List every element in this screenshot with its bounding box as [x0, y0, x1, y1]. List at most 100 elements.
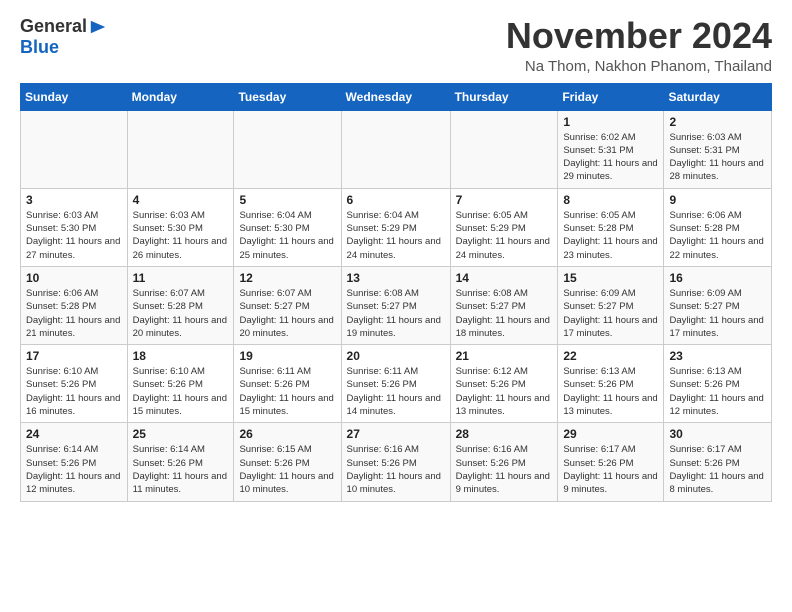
calendar-cell: 22Sunrise: 6:13 AMSunset: 5:26 PMDayligh…: [558, 345, 664, 423]
day-info: Sunrise: 6:10 AMSunset: 5:26 PMDaylight:…: [133, 365, 229, 418]
day-number: 28: [456, 427, 553, 441]
calendar-week-row: 17 Sunrise: 6:10 AMSunset: 5:26 PMDayligh…: [21, 345, 772, 423]
calendar-cell: 4Sunrise: 6:03 AMSunset: 5:30 PMDaylight…: [127, 188, 234, 266]
day-info: Sunrise: 6:14 AMSunset: 5:26 PMDaylight:…: [26, 443, 122, 496]
day-number: 22: [563, 349, 658, 363]
logo-flag-icon: [89, 18, 107, 36]
calendar-cell: 29Sunrise: 6:17 AMSunset: 5:26 PMDayligh…: [558, 423, 664, 501]
day-info: Sunrise: 6:10 AMSunset: 5:26 PMDaylight:…: [26, 365, 122, 418]
day-info: Sunrise: 6:12 AMSunset: 5:26 PMDaylight:…: [456, 365, 553, 418]
day-number: 19: [239, 349, 335, 363]
day-info: Sunrise: 6:14 AMSunset: 5:26 PMDaylight:…: [133, 443, 229, 496]
calendar-cell: [450, 110, 558, 188]
calendar-cell: 24Sunrise: 6:14 AMSunset: 5:26 PMDayligh…: [21, 423, 128, 501]
calendar-table: SundayMondayTuesdayWednesdayThursdayFrid…: [20, 83, 772, 502]
day-number: 30: [669, 427, 766, 441]
day-info: Sunrise: 6:13 AMSunset: 5:26 PMDaylight:…: [669, 365, 766, 418]
day-number: 15: [563, 271, 658, 285]
calendar-cell: 28 Sunrise: 6:16 AMSunset: 5:26 PMDayligh…: [450, 423, 558, 501]
calendar-cell: [21, 110, 128, 188]
day-number: 2: [669, 115, 766, 129]
calendar-cell: 5Sunrise: 6:04 AMSunset: 5:30 PMDaylight…: [234, 188, 341, 266]
day-number: 23: [669, 349, 766, 363]
calendar-cell: 23 Sunrise: 6:13 AMSunset: 5:26 PMDayligh…: [664, 345, 772, 423]
calendar-cell: 9 Sunrise: 6:06 AMSunset: 5:28 PMDaylight…: [664, 188, 772, 266]
day-info: Sunrise: 6:03 AMSunset: 5:30 PMDaylight:…: [133, 209, 229, 262]
day-info: Sunrise: 6:07 AMSunset: 5:28 PMDaylight:…: [133, 287, 229, 340]
day-info: Sunrise: 6:16 AMSunset: 5:26 PMDaylight:…: [347, 443, 445, 496]
day-info: Sunrise: 6:04 AMSunset: 5:29 PMDaylight:…: [347, 209, 445, 262]
day-info: Sunrise: 6:07 AMSunset: 5:27 PMDaylight:…: [239, 287, 335, 340]
column-header-saturday: Saturday: [664, 83, 772, 110]
day-info: Sunrise: 6:06 AMSunset: 5:28 PMDaylight:…: [669, 209, 766, 262]
column-header-wednesday: Wednesday: [341, 83, 450, 110]
calendar-cell: 2 Sunrise: 6:03 AMSunset: 5:31 PMDaylight…: [664, 110, 772, 188]
day-info: Sunrise: 6:08 AMSunset: 5:27 PMDaylight:…: [456, 287, 553, 340]
column-header-monday: Monday: [127, 83, 234, 110]
calendar-cell: 13 Sunrise: 6:08 AMSunset: 5:27 PMDayligh…: [341, 266, 450, 344]
calendar-cell: [341, 110, 450, 188]
calendar-cell: [234, 110, 341, 188]
calendar-cell: 25 Sunrise: 6:14 AMSunset: 5:26 PMDayligh…: [127, 423, 234, 501]
column-header-friday: Friday: [558, 83, 664, 110]
day-info: Sunrise: 6:03 AMSunset: 5:31 PMDaylight:…: [669, 131, 766, 184]
day-number: 6: [347, 193, 445, 207]
day-number: 29: [563, 427, 658, 441]
calendar-cell: 15 Sunrise: 6:09 AMSunset: 5:27 PMDayligh…: [558, 266, 664, 344]
page-header: General Blue November 2024 Na Thom, Nakh…: [20, 16, 772, 75]
calendar-week-row: 10 Sunrise: 6:06 AMSunset: 5:28 PMDayligh…: [21, 266, 772, 344]
day-info: Sunrise: 6:05 AMSunset: 5:28 PMDaylight:…: [563, 209, 658, 262]
calendar-cell: 6 Sunrise: 6:04 AMSunset: 5:29 PMDaylight…: [341, 188, 450, 266]
day-number: 18: [133, 349, 229, 363]
logo-general-text: General: [20, 16, 87, 37]
calendar-cell: 18 Sunrise: 6:10 AMSunset: 5:26 PMDayligh…: [127, 345, 234, 423]
calendar-header-row: SundayMondayTuesdayWednesdayThursdayFrid…: [21, 83, 772, 110]
calendar-cell: 8 Sunrise: 6:05 AMSunset: 5:28 PMDaylight…: [558, 188, 664, 266]
calendar-cell: 1 Sunrise: 6:02 AMSunset: 5:31 PMDaylight…: [558, 110, 664, 188]
calendar-cell: 19 Sunrise: 6:11 AMSunset: 5:26 PMDayligh…: [234, 345, 341, 423]
day-info: Sunrise: 6:09 AMSunset: 5:27 PMDaylight:…: [563, 287, 658, 340]
day-info: Sunrise: 6:17 AMSunset: 5:26 PMDaylight:…: [669, 443, 766, 496]
day-number: 1: [563, 115, 658, 129]
calendar-cell: 16 Sunrise: 6:09 AMSunset: 5:27 PMDayligh…: [664, 266, 772, 344]
column-header-tuesday: Tuesday: [234, 83, 341, 110]
calendar-week-row: 1 Sunrise: 6:02 AMSunset: 5:31 PMDaylight…: [21, 110, 772, 188]
day-number: 3: [26, 193, 122, 207]
calendar-cell: 7Sunrise: 6:05 AMSunset: 5:29 PMDaylight…: [450, 188, 558, 266]
location-subtitle: Na Thom, Nakhon Phanom, Thailand: [506, 58, 772, 75]
day-number: 16: [669, 271, 766, 285]
day-info: Sunrise: 6:11 AMSunset: 5:26 PMDaylight:…: [239, 365, 335, 418]
column-header-thursday: Thursday: [450, 83, 558, 110]
day-info: Sunrise: 6:16 AMSunset: 5:26 PMDaylight:…: [456, 443, 553, 496]
day-number: 8: [563, 193, 658, 207]
day-info: Sunrise: 6:08 AMSunset: 5:27 PMDaylight:…: [347, 287, 445, 340]
calendar-week-row: 3 Sunrise: 6:03 AMSunset: 5:30 PMDaylight…: [21, 188, 772, 266]
column-header-sunday: Sunday: [21, 83, 128, 110]
day-number: 12: [239, 271, 335, 285]
day-number: 9: [669, 193, 766, 207]
calendar-cell: 20Sunrise: 6:11 AMSunset: 5:26 PMDayligh…: [341, 345, 450, 423]
day-number: 10: [26, 271, 122, 285]
day-number: 5: [239, 193, 335, 207]
day-number: 17: [26, 349, 122, 363]
calendar-cell: 30 Sunrise: 6:17 AMSunset: 5:26 PMDayligh…: [664, 423, 772, 501]
calendar-cell: 11Sunrise: 6:07 AMSunset: 5:28 PMDayligh…: [127, 266, 234, 344]
calendar-week-row: 24Sunrise: 6:14 AMSunset: 5:26 PMDayligh…: [21, 423, 772, 501]
calendar-cell: 12 Sunrise: 6:07 AMSunset: 5:27 PMDayligh…: [234, 266, 341, 344]
day-number: 13: [347, 271, 445, 285]
day-number: 25: [133, 427, 229, 441]
day-number: 7: [456, 193, 553, 207]
day-info: Sunrise: 6:09 AMSunset: 5:27 PMDaylight:…: [669, 287, 766, 340]
calendar-cell: 3 Sunrise: 6:03 AMSunset: 5:30 PMDaylight…: [21, 188, 128, 266]
day-info: Sunrise: 6:02 AMSunset: 5:31 PMDaylight:…: [563, 131, 658, 184]
day-info: Sunrise: 6:06 AMSunset: 5:28 PMDaylight:…: [26, 287, 122, 340]
day-info: Sunrise: 6:15 AMSunset: 5:26 PMDaylight:…: [239, 443, 335, 496]
calendar-cell: 21Sunrise: 6:12 AMSunset: 5:26 PMDayligh…: [450, 345, 558, 423]
day-number: 20: [347, 349, 445, 363]
calendar-cell: 10 Sunrise: 6:06 AMSunset: 5:28 PMDayligh…: [21, 266, 128, 344]
calendar-cell: 14Sunrise: 6:08 AMSunset: 5:27 PMDayligh…: [450, 266, 558, 344]
title-block: November 2024 Na Thom, Nakhon Phanom, Th…: [506, 16, 772, 75]
day-info: Sunrise: 6:03 AMSunset: 5:30 PMDaylight:…: [26, 209, 122, 262]
month-title: November 2024: [506, 16, 772, 56]
calendar-cell: [127, 110, 234, 188]
